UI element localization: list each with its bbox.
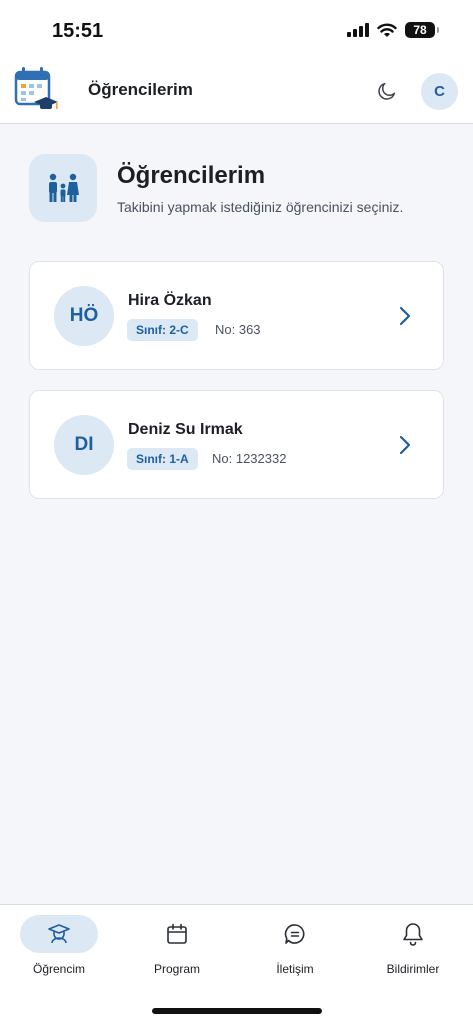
- wifi-icon: [377, 23, 397, 37]
- calendar-graduate-logo-icon: [14, 67, 58, 109]
- tab-label: Öğrencim: [32, 962, 85, 976]
- bell-icon: [374, 915, 452, 953]
- tab-label: Program: [153, 962, 200, 976]
- tab-program[interactable]: Program: [118, 915, 236, 985]
- student-number: No: 363: [215, 322, 261, 337]
- header-title: Öğrencilerim: [88, 80, 193, 99]
- student-initials-avatar: HÖ: [54, 286, 114, 346]
- profile-avatar-button[interactable]: C: [421, 73, 458, 110]
- chevron-right-icon[interactable]: [395, 304, 415, 328]
- status-time: 15:51: [52, 20, 104, 42]
- family-icon: [49, 173, 79, 202]
- avatar-initial: C: [434, 83, 445, 100]
- chevron-right-icon[interactable]: [395, 433, 415, 457]
- student-initials-avatar: DI: [54, 415, 114, 475]
- signal-icon: [347, 23, 369, 37]
- page-title: Öğrencilerim: [117, 162, 266, 189]
- theme-toggle-button[interactable]: [372, 76, 402, 106]
- page-subtitle: Takibini yapmak istediğiniz öğrencinizi …: [117, 199, 404, 215]
- class-badge: Sınıf: 1-A: [127, 448, 198, 470]
- tab-ogrencim[interactable]: Öğrencim: [0, 915, 118, 985]
- battery-icon: 78: [405, 22, 439, 38]
- status-bar: 15:51 78: [0, 0, 473, 58]
- app-logo: [6, 61, 62, 119]
- tab-label: İletişim: [276, 962, 314, 976]
- status-icons: 78: [347, 22, 439, 38]
- app-header: Öğrencilerim C: [0, 58, 473, 124]
- tab-label: Bildirimler: [386, 962, 440, 976]
- student-name: Deniz Su Irmak: [128, 421, 243, 438]
- student-card[interactable]: DI Deniz Su Irmak Sınıf: 1-A No: 1232332: [29, 390, 444, 499]
- class-badge: Sınıf: 2-C: [127, 319, 198, 341]
- graduate-icon: [20, 915, 98, 953]
- page-head-icon: [29, 154, 97, 222]
- battery-level: 78: [413, 23, 427, 37]
- tab-bildirimler[interactable]: Bildirimler: [354, 915, 472, 985]
- student-name: Hira Özkan: [128, 292, 212, 309]
- student-card[interactable]: HÖ Hira Özkan Sınıf: 2-C No: 363: [29, 261, 444, 370]
- moon-icon: [378, 82, 396, 100]
- chat-icon: [256, 915, 334, 953]
- student-number: No: 1232332: [212, 451, 287, 466]
- tab-iletisim[interactable]: İletişim: [236, 915, 354, 985]
- bottom-tab-bar: Öğrencim Program İletişim Bildirimler: [0, 904, 473, 1024]
- home-indicator: [152, 1008, 322, 1014]
- calendar-icon: [138, 915, 216, 953]
